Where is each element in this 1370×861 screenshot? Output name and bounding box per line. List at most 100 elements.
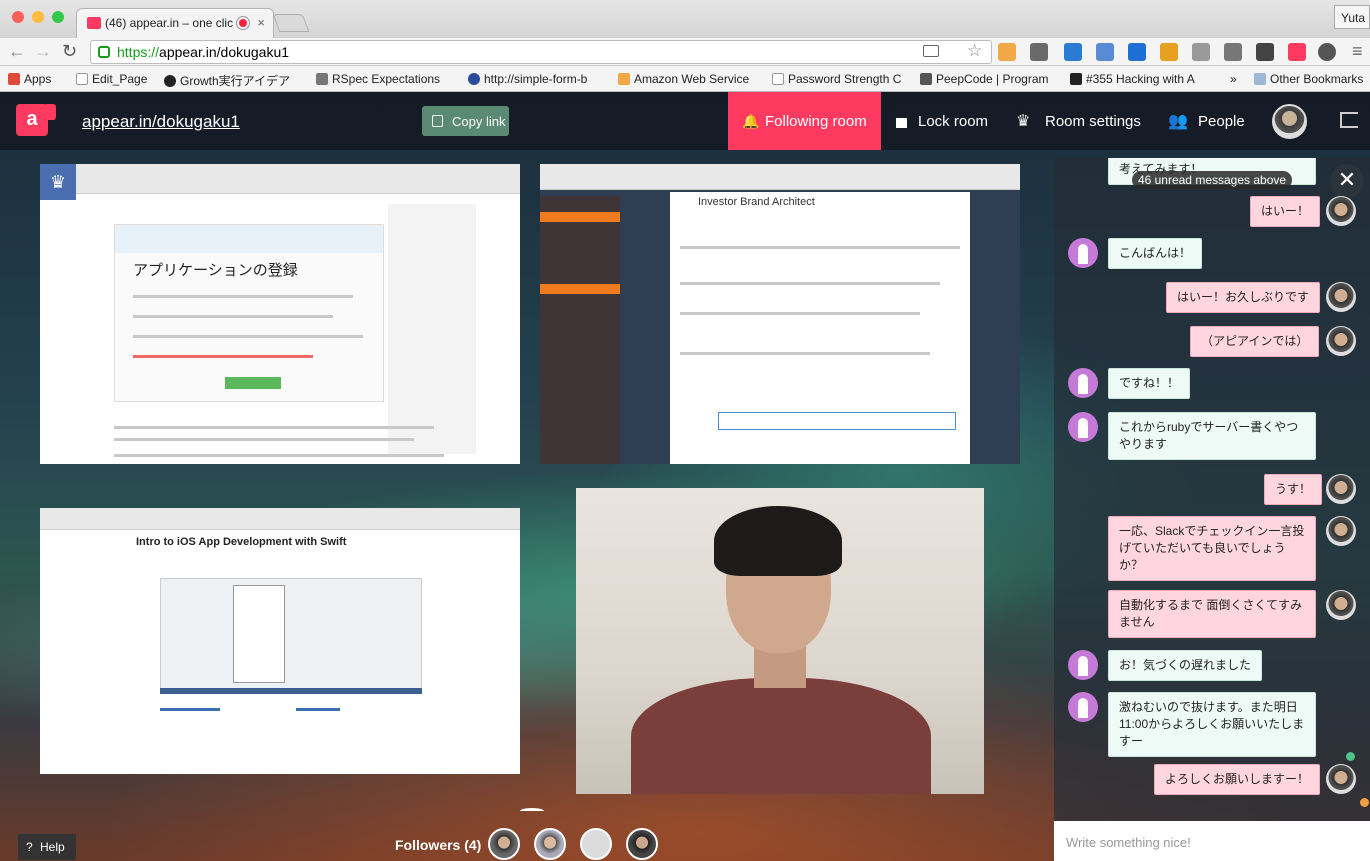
tool-extension-icon[interactable] [1192, 43, 1210, 61]
guest-avatar [1068, 650, 1098, 680]
k-extension-icon[interactable] [1160, 43, 1178, 61]
user-avatar [1326, 764, 1356, 794]
shared-content-panel: Investor Brand Architect [670, 192, 970, 464]
guest-indicator-icon [1360, 798, 1369, 807]
room-stage: a appear.in/dokugaku1 Copy link 🔔 Follow… [0, 92, 1370, 861]
lock-icon [98, 46, 110, 58]
apps-grid-icon [8, 73, 20, 85]
bookmark-apps[interactable]: Apps [8, 72, 51, 86]
bookmark-edit-page[interactable]: Edit_Page [76, 72, 154, 86]
logo-tail-decoration [46, 104, 56, 120]
browser-tab-strip: (46) appear.in – one clic × Yuta [0, 0, 1370, 38]
people-icon: 👥 [1168, 113, 1188, 130]
clock-extension-icon[interactable] [1318, 43, 1336, 61]
chat-message: （アピアインでは） [1190, 326, 1320, 357]
appear-in-favicon-icon [87, 17, 101, 29]
address-bar[interactable]: https://appear.in/dokugaku1 ☆ [90, 40, 992, 64]
shared-slack-sidebar [540, 196, 620, 464]
shared-video-player [160, 578, 422, 690]
close-tab-icon[interactable]: × [257, 15, 265, 30]
bookmark-growth[interactable]: Growth実行アイデア [164, 72, 306, 89]
peepcode-icon [920, 73, 932, 85]
copy-link-button[interactable]: Copy link [422, 106, 509, 136]
online-indicator-icon [1346, 752, 1355, 761]
participant-hair [714, 506, 842, 576]
forward-icon[interactable]: → [34, 41, 52, 62]
lock-room-label: Lock room [918, 113, 989, 130]
followers-label: Followers (4) [395, 837, 482, 853]
screenshare-tile-1[interactable]: ♛ アプリケーションの登録 [40, 164, 520, 464]
bell-icon: 🔔 [742, 113, 760, 129]
guest-avatar [1068, 238, 1098, 268]
minimize-window-icon[interactable] [32, 11, 44, 23]
bookmark-other[interactable]: Other Bookmarks [1254, 72, 1363, 86]
bookmark-simple-form[interactable]: http://simple-form-b [468, 72, 604, 86]
chat-message: 一応、Slackでチェックイン一言投げていただいても良いでしょうか？ [1108, 516, 1316, 581]
profile-button[interactable]: Yuta [1334, 5, 1370, 29]
evernote-extension-icon[interactable] [1030, 43, 1048, 61]
chat-input[interactable]: Write something nice! [1054, 821, 1370, 861]
bookmark-rspec[interactable]: RSpec Expectations [316, 72, 460, 86]
bookmarks-overflow[interactable]: » [1230, 72, 1237, 86]
chat-message: これからrubyでサーバー書くやつやります [1108, 412, 1316, 460]
p-icon [468, 73, 480, 85]
translate-extension-icon[interactable] [1096, 43, 1114, 61]
player-progress-bar [160, 688, 422, 694]
chat-message: はいー！お久しぶりです [1166, 282, 1321, 313]
bookmark-railscasts[interactable]: #355 Hacking with A [1070, 72, 1210, 86]
bookmark-aws[interactable]: Amazon Web Service [618, 72, 758, 86]
appear-in-logo[interactable]: a [16, 104, 48, 136]
vimium-extension-icon[interactable] [1064, 43, 1082, 61]
screenshare-tile-3[interactable]: Intro to iOS App Development with Swift [40, 508, 520, 774]
register-button [225, 377, 281, 389]
bookmark-peepcode[interactable]: PeepCode | Program [920, 72, 1054, 86]
chat-panel: 考えてみます！ 46 unread messages above ✕ はいー！ … [1054, 158, 1370, 861]
url-text: appear.in/dokugaku1 [159, 44, 290, 60]
guest-avatar [1068, 412, 1098, 442]
active-channel-highlight [540, 212, 620, 222]
room-link[interactable]: appear.in/dokugaku1 [82, 112, 240, 132]
text-line [160, 708, 220, 711]
unread-messages-banner[interactable]: 46 unread messages above [1132, 171, 1292, 189]
following-room-label: Following room [765, 113, 867, 130]
close-chat-button[interactable]: ✕ [1330, 164, 1364, 198]
browser-tab[interactable]: (46) appear.in – one clic × [76, 8, 274, 38]
page-icon [772, 73, 784, 85]
text-line [133, 315, 333, 318]
collapse-handle-icon[interactable] [520, 808, 544, 814]
follower-avatar[interactable] [488, 828, 520, 860]
question-icon: ? [26, 840, 33, 854]
bookmark-password-strength[interactable]: Password Strength C [772, 72, 906, 86]
amazon-extension-icon[interactable] [998, 43, 1016, 61]
close-window-icon[interactable] [12, 11, 24, 23]
appear-in-extension-icon[interactable] [1288, 43, 1306, 61]
url-scheme: https:// [117, 44, 160, 60]
follower-avatar-placeholder[interactable] [580, 828, 612, 860]
chat-message: はいー！ [1250, 196, 1321, 227]
page-icon [76, 73, 88, 85]
room-settings-button[interactable]: ♛ Room settings [1016, 113, 1141, 130]
back-icon[interactable]: ← [8, 41, 26, 62]
screenshare-tile-2[interactable]: Investor Brand Architect [540, 164, 1020, 464]
camera-video-tile[interactable] [576, 488, 984, 794]
chat-message: こんばんは！ [1108, 238, 1203, 269]
new-tab-button[interactable] [272, 14, 310, 32]
help-button[interactable]: ? Help [18, 834, 76, 860]
people-button[interactable]: 👥 People [1168, 113, 1245, 130]
reload-icon[interactable]: ↻ [62, 41, 77, 62]
lock-room-button[interactable]: Lock room [896, 113, 988, 130]
menu-icon[interactable]: ≡ [1352, 41, 1363, 62]
self-avatar[interactable] [1272, 104, 1307, 139]
zoom-window-icon[interactable] [52, 11, 64, 23]
film-extension-icon[interactable] [1224, 43, 1242, 61]
follower-avatar[interactable] [626, 828, 658, 860]
following-room-button[interactable]: 🔔 Following room [728, 92, 881, 150]
follower-avatar[interactable] [534, 828, 566, 860]
text-line [133, 295, 353, 298]
railscasts-icon [1070, 73, 1082, 85]
leave-room-icon[interactable] [1340, 112, 1358, 128]
camera-icon[interactable] [923, 45, 939, 57]
bookmark-star-icon[interactable]: ☆ [967, 41, 982, 61]
hatena-bookmark-icon[interactable] [1128, 43, 1146, 61]
hex-extension-icon[interactable] [1256, 43, 1274, 61]
